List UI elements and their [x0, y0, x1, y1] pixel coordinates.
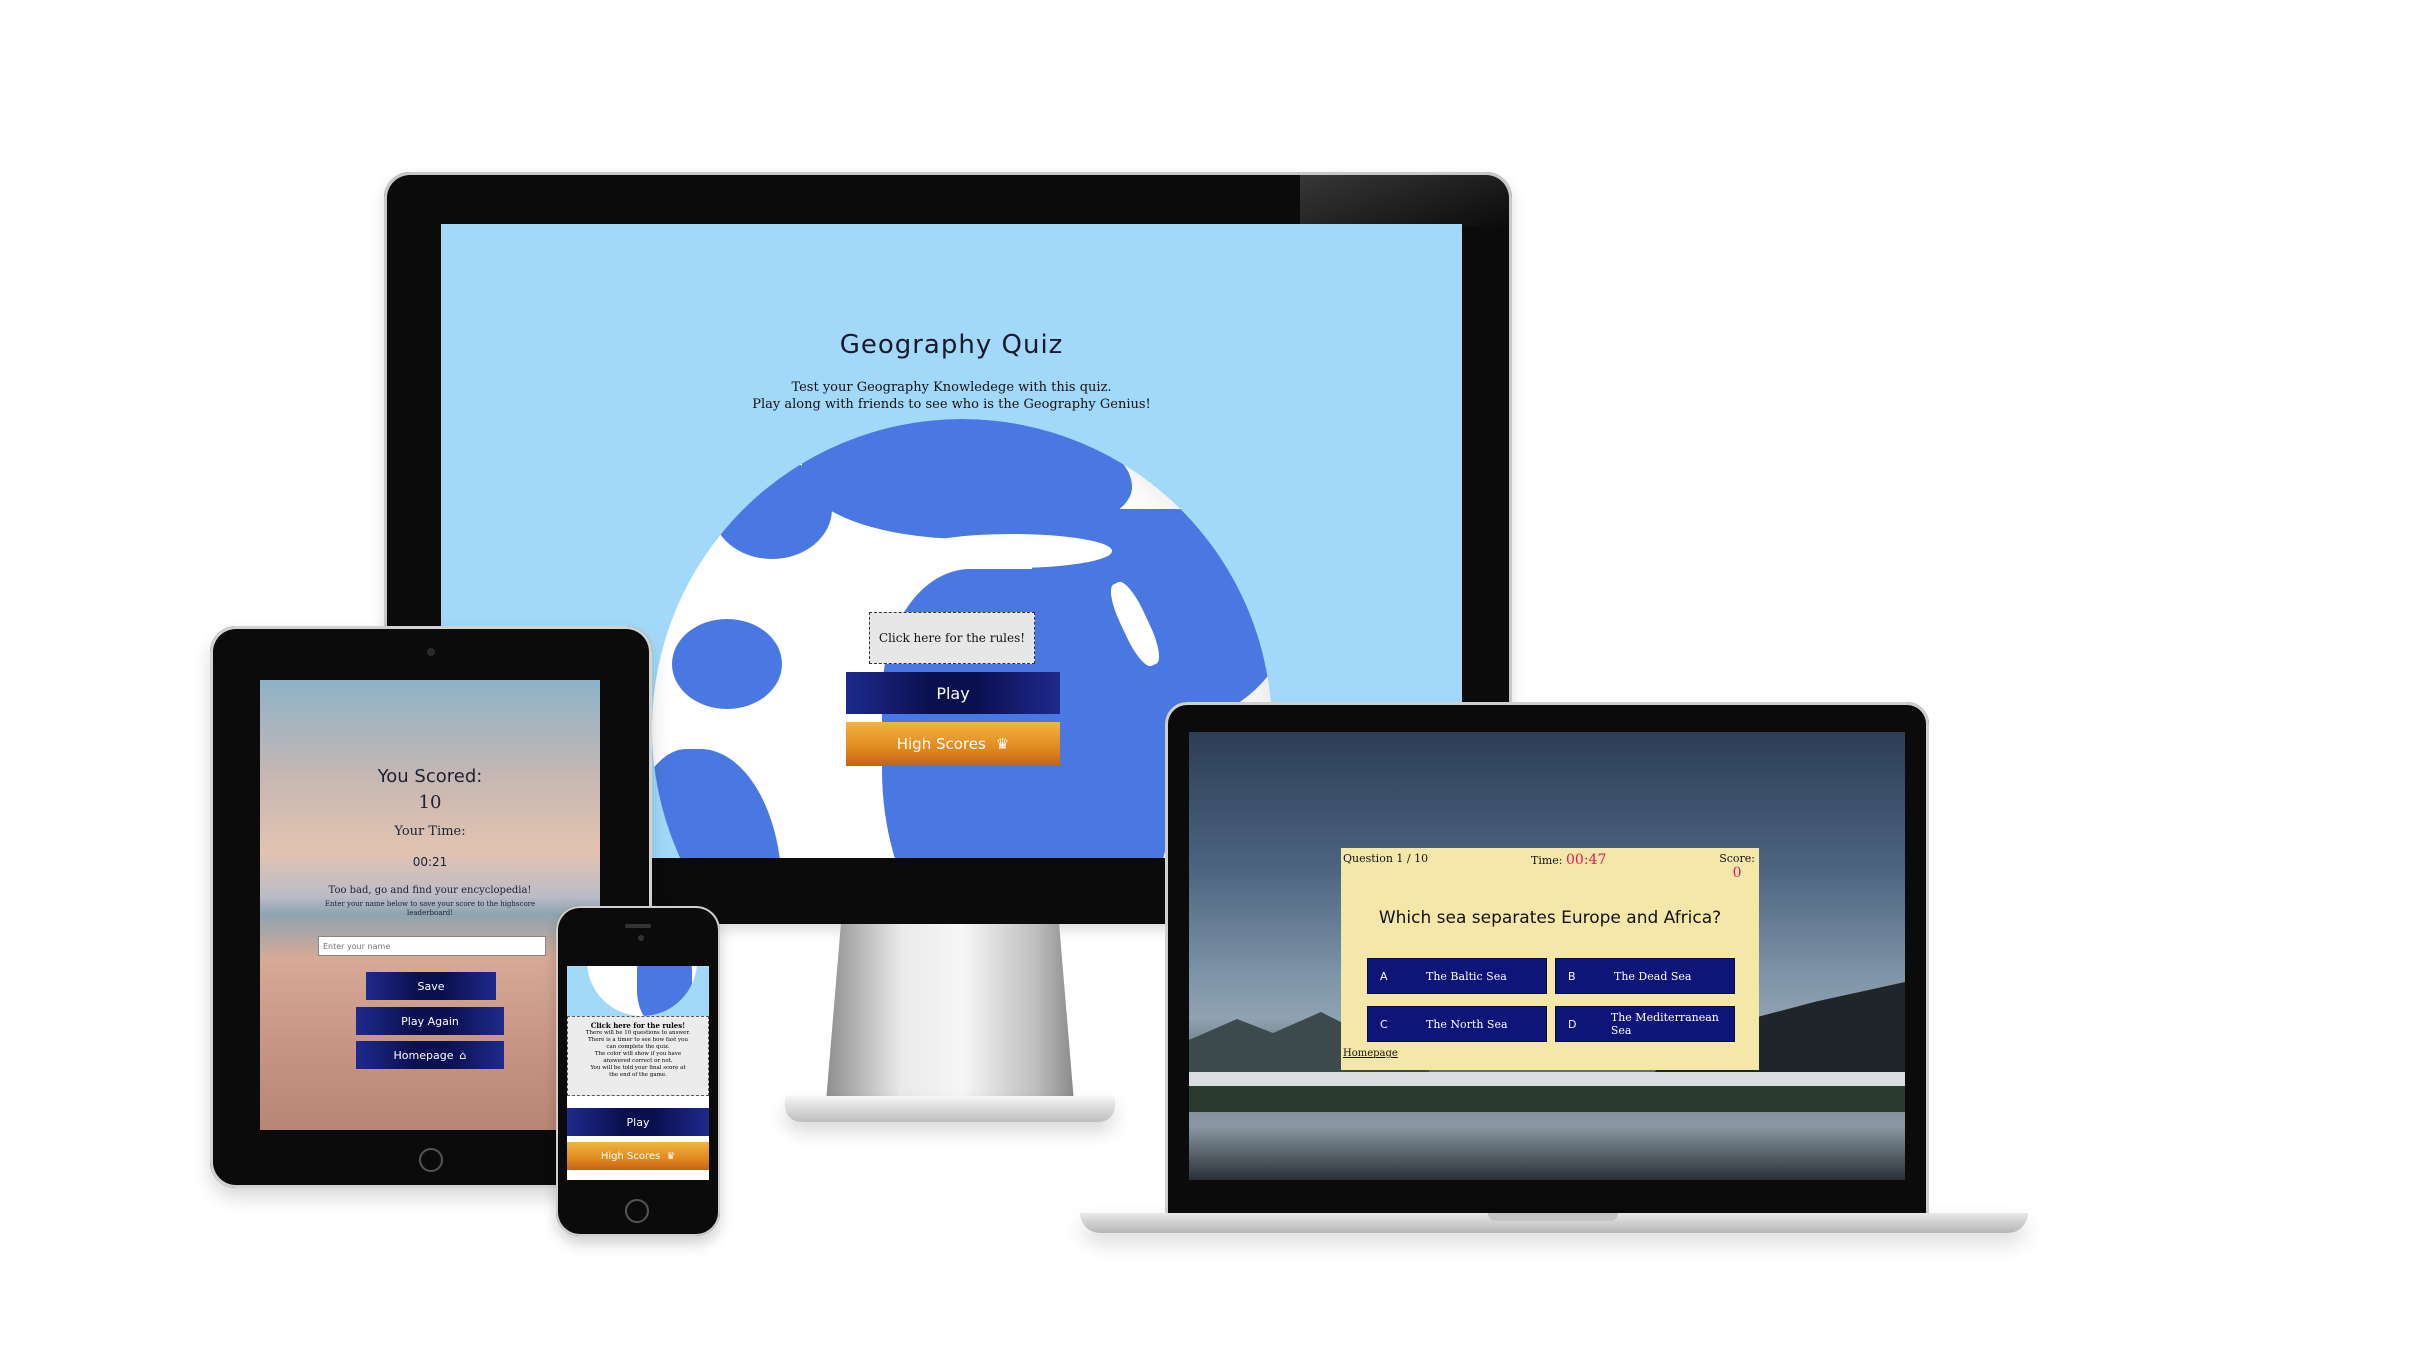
phone-high-scores-button[interactable]: High Scores ♛ [567, 1142, 709, 1170]
answer-letter: B [1568, 969, 1576, 983]
monitor-stand [826, 924, 1074, 1102]
treeline [1189, 1086, 1905, 1112]
page-title: Geography Quiz [839, 330, 1064, 360]
globe-land-west [712, 459, 832, 559]
answer-text: The Mediterranean Sea [1610, 1011, 1719, 1037]
answer-letter: C [1380, 1017, 1388, 1031]
tablet-home-button [419, 1148, 443, 1172]
save-button[interactable]: Save [366, 972, 496, 1000]
phone-rules-heading: Click here for the rules! [590, 1021, 686, 1030]
phone-play-label: Play [626, 1115, 650, 1129]
homepage-label: Homepage [393, 1048, 454, 1062]
question-counter: Question 1 / 10 [1343, 852, 1429, 865]
quiz-card: Question 1 / 10 Time: 00:47 Score: 0 Whi… [1341, 848, 1759, 1070]
phone-rules-panel[interactable]: Click here for the rules! There will be … [567, 1016, 709, 1096]
score-label: Score: [1719, 852, 1755, 865]
tablet-screen: You Scored: 10 Your Time: 00:21 Too bad,… [260, 680, 600, 1130]
high-scores-button[interactable]: High Scores ♛ [846, 722, 1060, 766]
phone-camera [638, 935, 644, 941]
glacier [1189, 1072, 1905, 1086]
your-time-label: Your Time: [394, 824, 466, 839]
phone-rules-line: The color will show if you have [594, 1051, 682, 1057]
answer-button-a[interactable]: A The Baltic Sea [1367, 958, 1547, 994]
phone-rules-line: There will be 10 questions to answer. [585, 1030, 691, 1036]
phone-globe-strip [567, 966, 709, 1016]
phone-rules-line: can complete the quiz. [606, 1044, 670, 1050]
answer-button-b[interactable]: B The Dead Sea [1555, 958, 1735, 994]
timer: Time: 00:47 [1531, 852, 1606, 868]
home-icon: ⌂ [459, 1048, 467, 1062]
monitor-glare [1300, 175, 1510, 227]
result-message: Too bad, go and find your encyclopedia! [328, 885, 532, 896]
rules-button[interactable]: Click here for the rules! [869, 612, 1035, 664]
globe-water-mediterranean [912, 534, 1112, 568]
answer-letter: A [1380, 969, 1388, 983]
play-button-label: Play [936, 683, 970, 703]
save-instructions: Enter your name below to save your score… [324, 900, 536, 917]
subtitle-line-2: Play along with friends to see who is th… [752, 397, 1151, 412]
homepage-link[interactable]: Homepage [1343, 1048, 1398, 1059]
laptop-screen: Question 1 / 10 Time: 00:47 Score: 0 Whi… [1189, 732, 1905, 1180]
phone-rules-line: answered correct or not. [603, 1058, 673, 1064]
answer-button-c[interactable]: C The North Sea [1367, 1006, 1547, 1042]
time-value: 00:21 [412, 855, 448, 869]
phone-rules-line: There is a timer to see how fast you [588, 1037, 688, 1043]
save-button-label: Save [417, 979, 445, 993]
answer-button-d[interactable]: D The Mediterranean Sea [1555, 1006, 1735, 1042]
phone-screen: Click here for the rules! There will be … [567, 966, 709, 1180]
globe-land-caribbean [672, 619, 782, 709]
score-box: Score: 0 [1719, 852, 1755, 881]
timer-value: 00:47 [1566, 852, 1607, 868]
answer-text: The North Sea [1426, 1017, 1508, 1031]
monitor-stand-base [785, 1096, 1115, 1122]
phone-globe [587, 966, 697, 1016]
play-again-label: Play Again [401, 1014, 459, 1028]
tablet-camera [427, 648, 435, 656]
score-value: 10 [418, 792, 442, 813]
answer-text: The Baltic Sea [1426, 969, 1507, 983]
play-button[interactable]: Play [846, 672, 1060, 714]
answer-letter: D [1568, 1017, 1577, 1031]
phone-rules-line: You will be told your final score at [590, 1065, 686, 1071]
score-value: 0 [1732, 865, 1742, 881]
high-scores-label: High Scores [896, 735, 986, 753]
crown-icon: ♛ [666, 1150, 676, 1162]
globe-land-south-america [652, 749, 782, 858]
play-again-button[interactable]: Play Again [356, 1007, 504, 1035]
crown-icon: ♛ [995, 735, 1010, 753]
phone-rules-line: the end of the game. [609, 1072, 667, 1078]
laptop-notch [1488, 1213, 1618, 1221]
you-scored-label: You Scored: [377, 766, 483, 787]
name-input[interactable] [318, 936, 546, 956]
phone-globe-land [637, 966, 692, 1016]
phone-play-button[interactable]: Play [567, 1108, 709, 1136]
phone-high-scores-label: High Scores [600, 1150, 661, 1162]
timer-label: Time: [1531, 854, 1563, 867]
question-text: Which sea separates Europe and Africa? [1378, 908, 1722, 928]
subtitle-line-1: Test your Geography Knowledege with this… [791, 380, 1112, 395]
homepage-button[interactable]: Homepage ⌂ [356, 1041, 504, 1069]
phone-home-button [625, 1199, 649, 1223]
answer-text: The Dead Sea [1614, 969, 1692, 983]
phone-speaker [625, 924, 651, 928]
